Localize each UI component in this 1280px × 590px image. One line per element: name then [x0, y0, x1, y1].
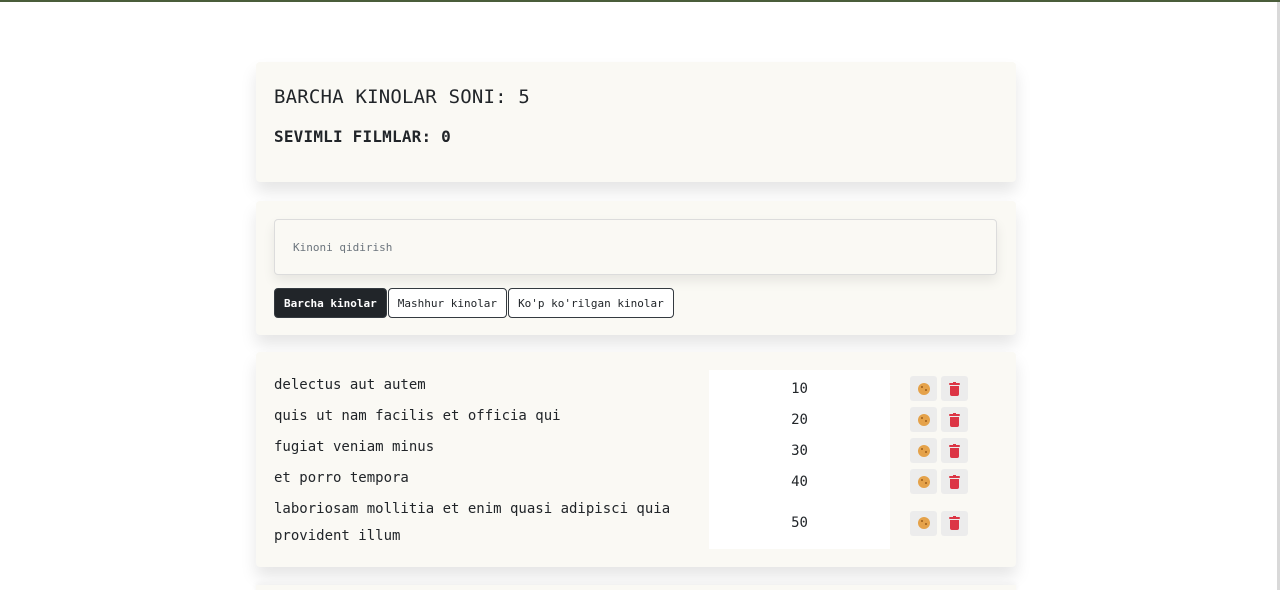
movie-name: quis ut nam facilis et officia qui	[274, 408, 561, 424]
trash-icon	[949, 381, 960, 396]
trash-icon	[949, 412, 960, 427]
movie-name: laboriosam mollitia et enim quasi adipis…	[274, 501, 671, 544]
movie-actions	[910, 469, 968, 494]
search-panel: Barcha kinolar Mashhur kinolar Ko'p ko'r…	[256, 201, 1016, 335]
like-button[interactable]	[910, 438, 937, 463]
like-button[interactable]	[910, 510, 937, 536]
movie-views[interactable]: 20	[709, 412, 890, 428]
cookie-icon	[917, 475, 930, 488]
search-input[interactable]	[274, 219, 997, 275]
movie-actions	[910, 407, 968, 432]
filter-popular-button[interactable]: Mashhur kinolar	[387, 288, 508, 318]
trash-icon	[949, 443, 960, 458]
delete-button[interactable]	[941, 407, 968, 432]
filter-most-viewed-button[interactable]: Ko'p ko'rilgan kinolar	[508, 288, 674, 318]
movie-list-card: delectus aut autem 10 quis ut nam facili…	[256, 352, 1016, 567]
filter-all-button[interactable]: Barcha kinolar	[274, 288, 387, 318]
trash-icon	[949, 474, 960, 489]
filter-button-group: Barcha kinolar Mashhur kinolar Ko'p ko'r…	[274, 288, 998, 318]
movie-views[interactable]: 10	[709, 381, 890, 397]
cookie-icon	[917, 413, 930, 426]
movie-name: fugiat veniam minus	[274, 439, 435, 455]
cookie-icon	[917, 517, 930, 529]
next-card	[256, 585, 1016, 590]
movie-actions	[910, 376, 968, 401]
movie-actions	[910, 438, 968, 463]
movie-views[interactable]: 30	[709, 443, 890, 459]
delete-button[interactable]	[941, 376, 968, 401]
movie-name: et porro tempora	[274, 470, 409, 486]
trash-icon	[949, 516, 960, 530]
top-border	[0, 0, 1280, 2]
cookie-icon	[917, 382, 930, 395]
delete-button[interactable]	[941, 510, 968, 536]
delete-button[interactable]	[941, 469, 968, 494]
all-movies-count: BARCHA KINOLAR SONI: 5	[274, 86, 531, 108]
movie-views[interactable]: 40	[709, 474, 890, 490]
like-button[interactable]	[910, 407, 937, 432]
app-info-card: BARCHA KINOLAR SONI: 5 SEVIMLI FILMLAR: …	[256, 62, 1016, 182]
like-button[interactable]	[910, 376, 937, 401]
delete-button[interactable]	[941, 438, 968, 463]
movie-name: delectus aut autem	[274, 377, 426, 393]
like-button[interactable]	[910, 469, 937, 494]
movie-actions	[910, 510, 968, 536]
cookie-icon	[917, 444, 930, 457]
movie-views[interactable]: 50	[709, 515, 890, 531]
favorites-count: SEVIMLI FILMLAR: 0	[274, 127, 451, 146]
